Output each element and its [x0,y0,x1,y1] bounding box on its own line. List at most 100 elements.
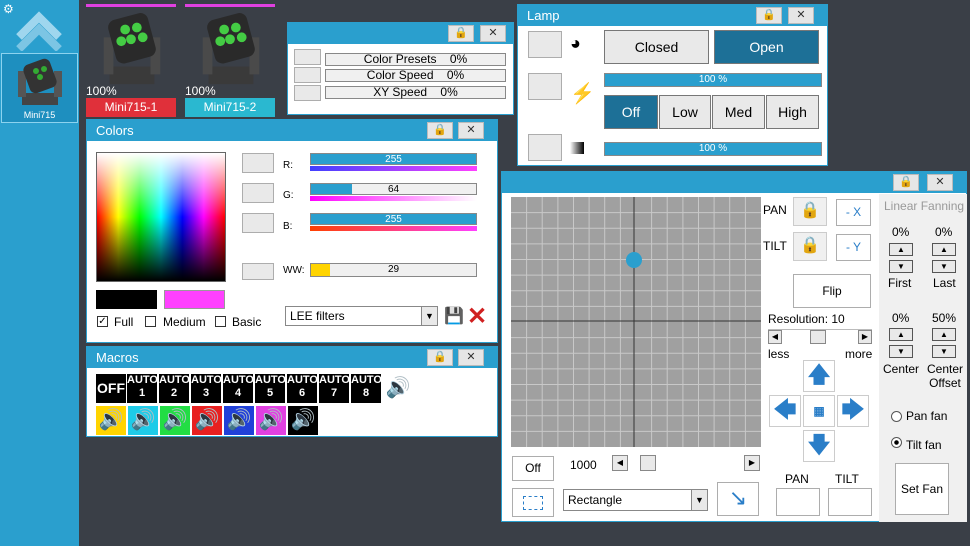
chevron-left-icon[interactable]: ◀ [612,455,628,471]
macro-auto-5-button[interactable]: AUTO 5 [255,374,286,403]
macro-auto-7-button[interactable]: AUTO 7 [319,374,350,403]
arrow-up-icon[interactable]: 🡅 [803,360,835,392]
sound-black-icon[interactable]: 🔊 [288,406,318,435]
color-speed-button[interactable] [294,67,321,83]
filter-dropdown[interactable]: LEE filters ▼ [285,306,438,326]
ww-button[interactable] [242,263,274,280]
invert-x-button[interactable]: - X [836,199,871,226]
med-button[interactable]: Med [712,95,765,129]
lock-icon[interactable]: 🔒 [893,174,919,191]
chevron-down-icon[interactable]: ▼ [421,307,437,325]
sound-blue-icon[interactable]: 🔊 [224,406,254,435]
shutter-closed-button[interactable]: Closed [604,30,709,64]
xy-speed-button[interactable] [294,85,321,101]
save-icon[interactable]: 💾 [444,306,464,326]
tilt-lock-icon[interactable]: 🔒 [793,232,827,261]
macro-auto-1-button[interactable]: AUTO 1 [127,374,158,403]
macro-auto-2-button[interactable]: AUTO 2 [159,374,190,403]
color-presets-button[interactable] [294,49,321,65]
off-button[interactable]: Off [604,95,658,129]
fixture-1[interactable]: 100% Mini715-1 [86,4,176,117]
center-down-icon[interactable]: ▼ [889,345,913,358]
chevron-left-icon[interactable]: ◀ [768,330,782,344]
offset-up-icon[interactable]: ▲ [932,328,956,341]
basic-checkbox[interactable] [215,316,226,327]
first-up-icon[interactable]: ▲ [889,243,913,256]
close-icon[interactable]: ✕ [458,122,484,139]
center-icon[interactable]: ▦ [803,395,835,427]
arrow-right-icon[interactable]: 🡆 [837,395,869,427]
blue-slider[interactable]: 255 [310,213,477,225]
effect-size-slider[interactable]: ◀ ▶ [612,455,760,471]
invert-y-button[interactable]: - Y [836,234,871,261]
fixture-2[interactable]: 100% Mini715-2 [185,4,275,117]
macro-auto-4-button[interactable]: AUTO 4 [223,374,254,403]
medium-checkbox[interactable] [145,316,156,327]
lock-icon[interactable]: 🔒 [756,7,782,24]
red-button[interactable] [242,153,274,173]
position-marker[interactable] [626,252,642,268]
resolution-slider[interactable]: ◀ ▶ [768,329,872,344]
close-icon[interactable]: ✕ [480,25,506,42]
sound-magenta-icon[interactable]: 🔊 [256,406,286,435]
chevron-up-icon[interactable] [15,9,63,51]
lock-icon[interactable]: 🔒 [427,349,453,366]
sound-green-icon[interactable]: 🔊 [160,406,190,435]
color-picker[interactable] [96,152,226,282]
chevron-down-icon[interactable]: ▼ [691,490,707,510]
set-fan-button[interactable]: Set Fan [895,463,949,515]
color-speed-slider[interactable]: Color Speed 0% [325,69,506,82]
shape-dropdown[interactable]: Rectangle ▼ [563,489,708,511]
center-up-icon[interactable]: ▲ [889,328,913,341]
sound-cyan-icon[interactable]: 🔊 [128,406,158,435]
xy-speed-slider[interactable]: XY Speed 0% [325,86,506,99]
lock-icon[interactable]: 🔒 [448,25,474,42]
pan-fan-radio[interactable] [891,411,902,422]
chevron-right-icon[interactable]: ▶ [858,330,872,344]
flip-button[interactable]: Flip [793,274,871,308]
rectangle-select-icon[interactable] [512,488,554,517]
last-up-icon[interactable]: ▲ [932,243,956,256]
color-presets-slider[interactable]: Color Presets 0% [325,53,506,66]
close-icon[interactable]: ✕ [788,7,814,24]
close-icon[interactable]: ✕ [458,349,484,366]
red-slider[interactable]: 255 [310,153,477,165]
macro-auto-8-button[interactable]: AUTO 8 [351,374,382,403]
effect-size-thumb[interactable] [640,455,656,471]
offset-down-icon[interactable]: ▼ [932,345,956,358]
blue-button[interactable] [242,213,274,233]
gear-icon[interactable]: ⚙ [3,2,14,16]
green-slider[interactable]: 64 [310,183,477,195]
pan-lock-icon[interactable]: 🔒 [793,197,827,226]
dimmer-button[interactable] [528,134,562,161]
full-checkbox[interactable]: ✓ [97,316,108,327]
tilt-fan-radio[interactable] [891,437,902,448]
tilt-effect-button[interactable] [828,488,872,516]
shutter-open-button[interactable]: Open [714,30,819,64]
resolution-thumb[interactable] [810,330,826,344]
pan-effect-button[interactable] [776,488,820,516]
delete-icon[interactable]: ✕ [467,302,487,331]
chevron-right-icon[interactable]: ▶ [744,455,760,471]
green-button[interactable] [242,183,274,203]
macro-auto-3-button[interactable]: AUTO 3 [191,374,222,403]
arrow-left-icon[interactable]: 🡄 [769,395,801,427]
effect-off-button[interactable]: Off [512,456,554,481]
ww-slider[interactable]: 29 [310,263,477,277]
shutter-button[interactable] [528,31,562,58]
macro-auto-6-button[interactable]: AUTO 6 [287,374,318,403]
high-button[interactable]: High [766,95,819,129]
first-down-icon[interactable]: ▼ [889,260,913,273]
arrow-down-icon[interactable]: 🡇 [803,430,835,462]
strobe-button[interactable] [528,73,562,100]
sound-yellow-icon[interactable]: 🔊 [96,406,126,435]
lock-icon[interactable]: 🔒 [427,122,453,139]
strobe-slider[interactable]: 100 % [604,73,822,87]
apply-shape-icon[interactable]: ↘ [717,482,759,516]
macro-off-button[interactable]: OFF [96,374,126,403]
last-down-icon[interactable]: ▼ [932,260,956,273]
fixture-group-button[interactable]: Mini715 [1,53,78,123]
xy-pad[interactable] [511,197,761,447]
sound-macro-icon[interactable]: 🔊 [383,374,413,403]
close-icon[interactable]: ✕ [927,174,953,191]
